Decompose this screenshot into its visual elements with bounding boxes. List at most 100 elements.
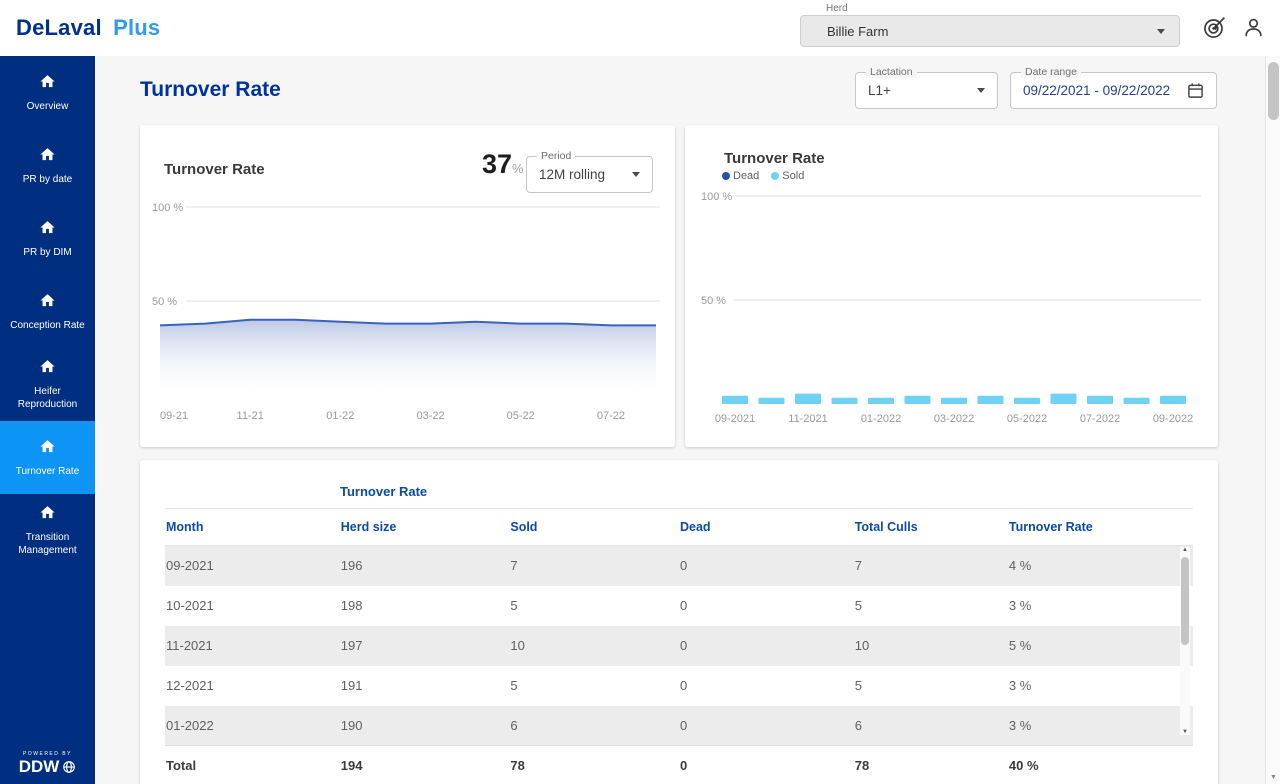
ddw-brand-text: DDW (19, 757, 60, 777)
sidebar-item-transition-management[interactable]: Transition Management (0, 494, 95, 567)
home-icon (39, 438, 56, 460)
scroll-down-icon[interactable]: ▼ (1266, 774, 1280, 781)
svg-text:01-22: 01-22 (326, 410, 354, 422)
svg-text:100 %: 100 % (701, 191, 732, 203)
svg-text:05-22: 05-22 (507, 410, 535, 422)
sidebar-item-label: Heifer Reproduction (0, 385, 95, 411)
table-cell: 0 (679, 546, 854, 586)
period-select[interactable]: Period 12M rolling (526, 156, 653, 193)
column-header: Turnover Rate (1008, 509, 1193, 546)
sidebar-item-label: Turnover Rate (12, 465, 84, 478)
bar-chart-svg: 50 %100 %09-202111-202101-202203-202205-… (699, 175, 1204, 427)
table-cell: 12-2021 (165, 666, 340, 706)
herd-select-box[interactable]: Billie Farm (800, 15, 1180, 47)
svg-text:07-22: 07-22 (597, 410, 625, 422)
sidebar-item-heifer-reproduction[interactable]: Heifer Reproduction (0, 348, 95, 421)
turnover-table-card: Turnover Rate Month Herd size Sold Dead … (140, 460, 1218, 784)
topbar: DeLaval Plus Herd Billie Farm (0, 0, 1280, 56)
svg-text:09-2022: 09-2022 (1153, 413, 1193, 425)
table-row: 09-2021 196 7 0 7 4 % (165, 546, 1193, 586)
table-row: 11-2021 197 10 0 10 5 % (165, 626, 1193, 666)
sidebar-item-turnover-rate[interactable]: Turnover Rate (0, 421, 95, 494)
home-icon (39, 219, 56, 241)
table-cell: 0 (679, 746, 854, 784)
lactation-value: L1+ (868, 83, 891, 98)
table-cell: 3 % (1008, 586, 1193, 626)
table-cell: 6 (854, 706, 1008, 746)
column-header: Dead (679, 509, 854, 546)
table-cell: 196 (340, 546, 510, 586)
table-scrollbar[interactable]: ▲ ▼ (1180, 547, 1190, 735)
date-range-value: 09/22/2021 - 09/22/2022 (1023, 83, 1170, 98)
table-cell: 6 (509, 706, 679, 746)
target-icon[interactable] (1202, 15, 1227, 40)
table-cell: 190 (340, 706, 510, 746)
calendar-icon[interactable] (1187, 82, 1204, 99)
table-cell: 10 (854, 626, 1008, 666)
logo-delaval: DeLaval (16, 15, 102, 40)
sidebar-item-label: Overview (23, 100, 73, 113)
svg-text:01-2022: 01-2022 (861, 413, 901, 425)
column-header: Herd size (340, 509, 510, 546)
sidebar-item-pr-by-dim[interactable]: PR by DIM (0, 202, 95, 275)
lactation-label: Lactation (866, 66, 917, 78)
table-cell: 0 (679, 626, 854, 666)
scroll-down-icon[interactable]: ▼ (1180, 729, 1190, 735)
table-cell: 3 % (1008, 706, 1193, 746)
herd-select-label: Herd (826, 3, 1180, 14)
table-cell: 198 (340, 586, 510, 626)
home-icon (39, 292, 56, 314)
svg-text:100 %: 100 % (152, 202, 183, 214)
table-cell: 7 (854, 546, 1008, 586)
turnover-trend-card: Turnover Rate 37% Period 12M rolling 50 … (140, 125, 675, 447)
table-cell: 0 (679, 706, 854, 746)
powered-by-ddw-logo: POWERED BY DDW (0, 751, 95, 777)
sidebar-item-label: Transition Management (0, 531, 95, 557)
page-scrollbar[interactable]: ▼ (1265, 56, 1280, 784)
kpi-value: 37% (482, 149, 524, 180)
table-total-row: Total 194 78 0 78 40 % (165, 746, 1193, 784)
svg-text:11-2021: 11-2021 (788, 413, 828, 425)
sidebar-item-pr-by-date[interactable]: PR by date (0, 129, 95, 202)
card-title: Turnover Rate (164, 161, 265, 178)
svg-text:11-21: 11-21 (237, 410, 264, 422)
table-cell: 09-2021 (165, 546, 340, 586)
sidebar-item-conception-rate[interactable]: Conception Rate (0, 275, 95, 348)
home-icon (39, 146, 56, 168)
period-value: 12M rolling (539, 167, 605, 182)
svg-text:05-2022: 05-2022 (1007, 413, 1047, 425)
sidebar-item-label: PR by DIM (19, 246, 75, 259)
kpi-unit: % (512, 161, 524, 176)
sidebar-item-overview[interactable]: Overview (0, 56, 95, 129)
svg-text:07-2022: 07-2022 (1080, 413, 1120, 425)
table-cell: Total (165, 746, 340, 784)
table-row: 12-2021 191 5 0 5 3 % (165, 666, 1193, 706)
table-row: 10-2021 198 5 0 5 3 % (165, 586, 1193, 626)
column-header: Total Culls (854, 509, 1008, 546)
page-scroll-thumb[interactable] (1268, 62, 1279, 120)
turnover-monthly-card: Turnover Rate Dead Sold 50 %100 %09-2021… (685, 125, 1218, 447)
sidebar-item-label: PR by date (19, 173, 76, 186)
home-icon (39, 358, 56, 380)
page-title: Turnover Rate (140, 78, 281, 102)
table-header-row: Month Herd size Sold Dead Total Culls Tu… (165, 509, 1193, 546)
home-icon (39, 504, 56, 526)
sidebar-item-label: Conception Rate (6, 319, 89, 332)
logo-plus: Plus (113, 15, 160, 40)
lactation-select[interactable]: Lactation L1+ (855, 72, 998, 109)
table-cell: 10-2021 (165, 586, 340, 626)
svg-text:50 %: 50 % (152, 296, 177, 308)
date-range-input[interactable]: Date range 09/22/2021 - 09/22/2022 (1010, 72, 1217, 109)
period-label: Period (537, 150, 575, 162)
column-header: Month (165, 509, 340, 546)
herd-select[interactable]: Herd Billie Farm (800, 3, 1180, 47)
table-scroll-thumb[interactable] (1181, 557, 1189, 645)
table-cell: 5 % (1008, 626, 1193, 666)
table-cell: 3 % (1008, 666, 1193, 706)
table-cell: 01-2022 (165, 706, 340, 746)
scroll-up-icon[interactable]: ▲ (1180, 547, 1190, 553)
user-icon[interactable] (1241, 15, 1266, 40)
svg-text:09-2021: 09-2021 (715, 413, 755, 425)
app-logo: DeLaval Plus (0, 15, 160, 41)
table-cell: 5 (509, 586, 679, 626)
